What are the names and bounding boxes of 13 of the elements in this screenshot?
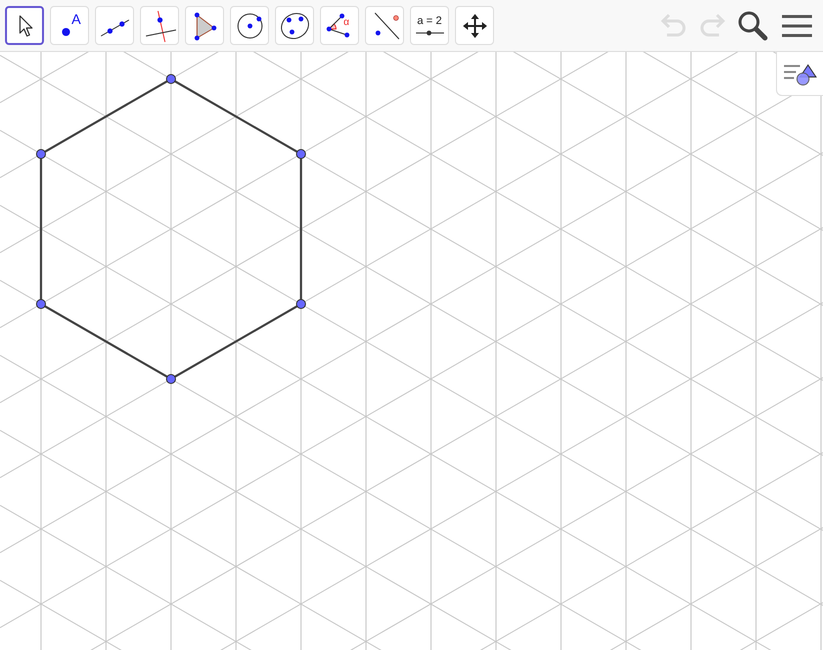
style-bar-button[interactable]	[776, 52, 823, 96]
tool-button[interactable]: α	[320, 6, 359, 45]
ellipse-icon	[278, 10, 310, 40]
tool-button[interactable]: A	[50, 6, 89, 45]
move-arrows-icon	[462, 12, 488, 38]
slider-icon	[416, 30, 444, 36]
slider-label: a = 2	[417, 16, 442, 26]
circle-icon	[234, 10, 264, 40]
point-label: A	[72, 12, 81, 26]
tool-button[interactable]	[5, 6, 44, 45]
tool-button[interactable]: a = 2	[410, 6, 449, 45]
angle-label: α	[344, 18, 350, 28]
point-icon	[60, 26, 70, 36]
